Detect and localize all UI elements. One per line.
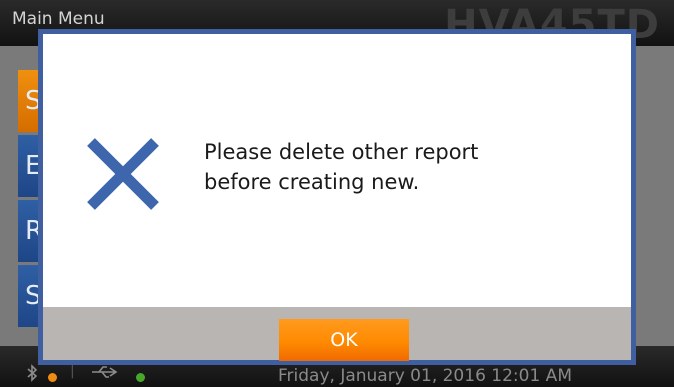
ok-button[interactable]: OK	[279, 319, 409, 361]
screen-title: Main Menu	[12, 9, 105, 29]
usb-icon	[90, 365, 120, 383]
bluetooth-status-dot	[48, 373, 57, 382]
dialog-message: Please delete other report before creati…	[204, 137, 584, 197]
error-dialog: Please delete other report before creati…	[38, 29, 636, 365]
date-time: Friday, January 01, 2016 12:01 AM	[278, 366, 572, 386]
message-line-2: before creating new.	[204, 170, 420, 194]
message-line-1: Please delete other report	[204, 140, 479, 164]
dialog-body: Please delete other report before creati…	[43, 34, 631, 307]
usb-status-dot	[136, 373, 145, 382]
divider: |	[70, 363, 75, 379]
error-x-icon	[87, 138, 159, 210]
dialog-footer: OK	[43, 307, 631, 361]
bluetooth-icon	[26, 364, 38, 386]
